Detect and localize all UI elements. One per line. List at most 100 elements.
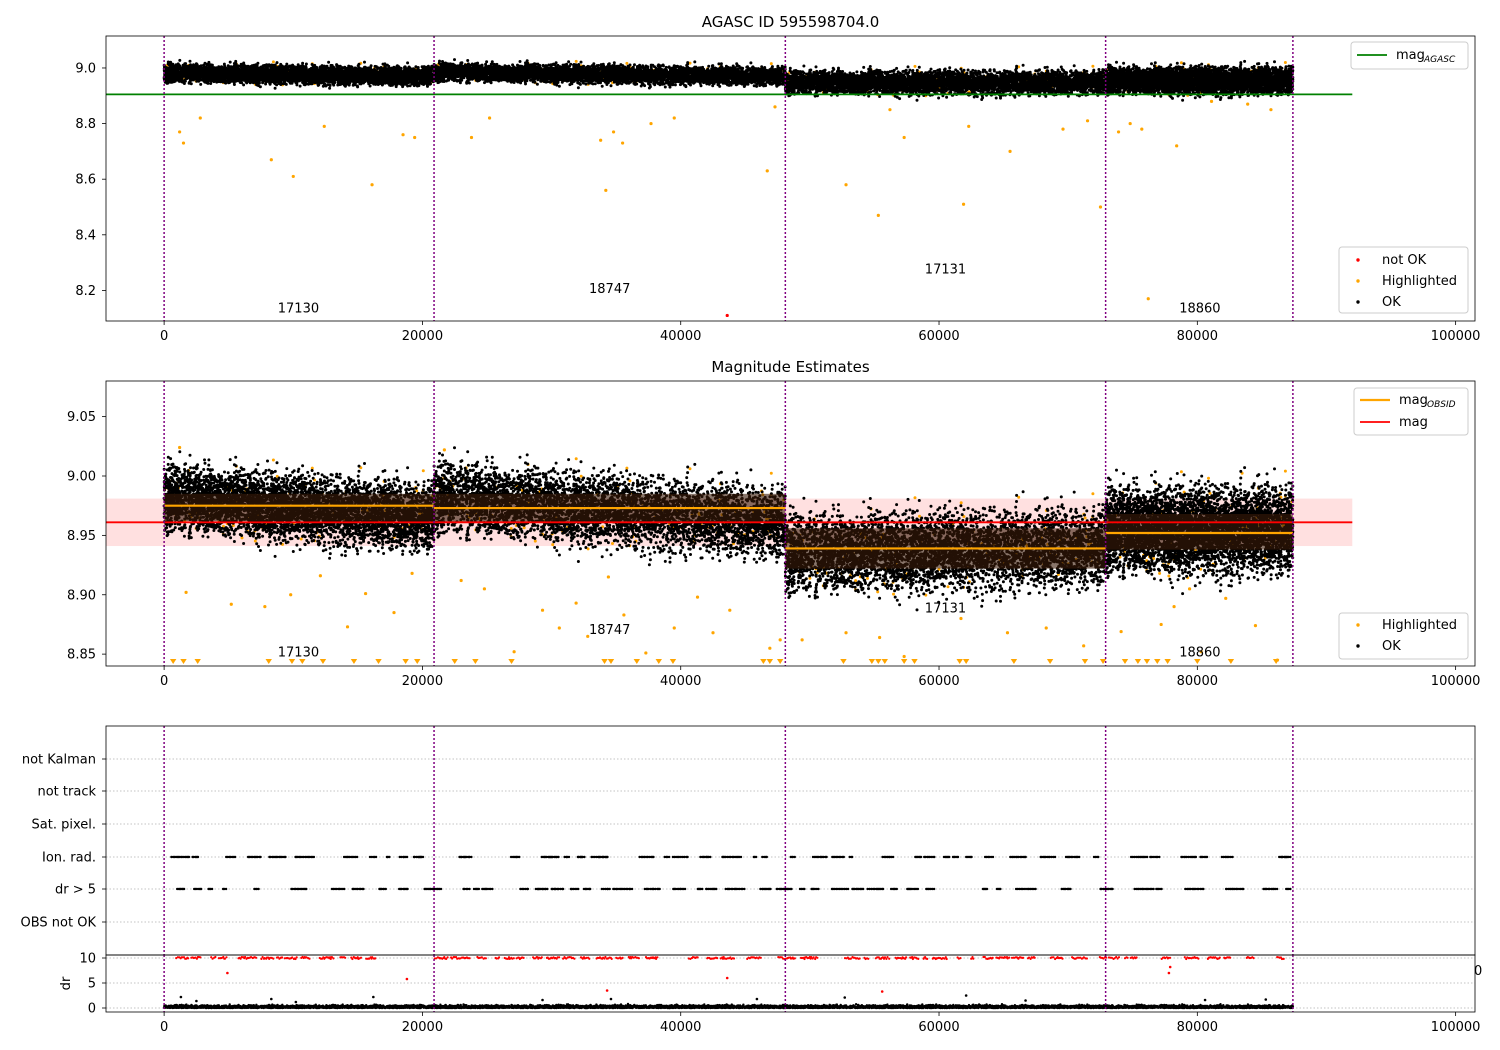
estimates-highlighted-outlier-point: [1119, 629, 1123, 634]
agasc-obsid-label: 18860: [1179, 302, 1220, 317]
estimates-x-tick-label: 100000: [1431, 674, 1481, 689]
agasc-highlighted-outlier-point: [876, 213, 880, 217]
agasc-highlighted-outlier-point: [1269, 108, 1273, 112]
estimates-highlighted-outlier-point: [318, 574, 322, 578]
agasc-legend-label-2: OK: [1382, 295, 1401, 310]
estimates-lower-limit-marker: [1227, 659, 1235, 664]
estimates-x-tick-label: 80000: [1177, 674, 1218, 689]
estimates-highlighted-outlier-point: [768, 646, 772, 650]
estimates-lower-limit-marker: [881, 659, 888, 664]
dr-black-point: [294, 1000, 298, 1004]
agasc-legend-label-1: Highlighted: [1382, 274, 1457, 289]
estimates-lower-limit-marker: [1164, 659, 1171, 664]
dr-y-tick-label: 0: [88, 1002, 96, 1017]
estimates-highlighted-outlier-point: [345, 625, 350, 629]
estimates-highlighted-outlier-point: [672, 626, 676, 630]
agasc-y-tick-label: 8.6: [75, 173, 96, 188]
estimates-highlighted-outlier-point: [184, 590, 188, 594]
estimates-lower-limit-marker: [180, 659, 187, 664]
dr-black-point: [541, 998, 544, 1002]
estimates-lower-limit-marker: [655, 659, 662, 664]
estimates-lower-limit-marker: [868, 659, 876, 664]
agasc-x-tick-label: 20000: [402, 329, 443, 344]
dr-black-point: [609, 997, 613, 1001]
estimates-lower-limit-marker: [1143, 659, 1151, 664]
estimates-lower-limit-marker: [840, 659, 847, 664]
estimates-y-tick-label: 9.00: [67, 470, 96, 485]
agasc-highlighted-outlier-point: [1175, 144, 1179, 148]
estimates-lower-limit-marker: [962, 659, 970, 664]
estimates-lower-limit-marker: [760, 659, 767, 664]
estimates-highlighted-outlier-point: [557, 626, 561, 630]
agasc-highlighted-outlier-point: [1146, 297, 1150, 301]
estimates-obsid-label: 17130: [278, 646, 319, 661]
agasc-legend-top: mag AGASC: [1350, 41, 1469, 70]
figure: AGASC ID 595598704.0 17130 18747 17131 18860…: [21, 13, 1483, 1035]
estimates-highlighted-outlier-point: [392, 610, 396, 615]
agasc-highlighted-outlier-point: [322, 124, 326, 128]
dr-x-tick-label: 0: [160, 1020, 168, 1035]
dr-black-point: [755, 997, 759, 1001]
dr-black-point: [372, 995, 375, 999]
estimates-highlighted-outlier-point: [512, 650, 516, 654]
agasc-not-ok-outlier-point: [725, 313, 729, 318]
agasc-highlighted-outlier-point: [844, 183, 848, 187]
flags-row-label: Sat. pixel.: [32, 818, 96, 833]
agasc-highlighted-outlier-point: [1061, 127, 1065, 131]
estimates-highlighted-outlier-point: [959, 616, 963, 621]
dr-black-point: [1264, 998, 1268, 1001]
dr-y-tick-label: 10: [79, 952, 96, 967]
dr-black-point: [964, 994, 968, 997]
agasc-highlighted-outlier-point: [765, 169, 769, 173]
agasc-highlighted-outlier-point: [291, 174, 295, 179]
estimates-lower-limit-marker: [194, 659, 201, 664]
estimates-obsid-label: 18860: [1179, 646, 1220, 661]
estimates-legend-label-0: Highlighted: [1382, 618, 1457, 633]
estimates-lower-limit-marker: [633, 659, 641, 664]
agasc-highlighted-outlier-point: [599, 138, 603, 142]
dr-clipped-points: [175, 955, 1285, 961]
dr-stray-tick-label: 0: [1474, 964, 1482, 979]
estimates-highlighted-outlier-point: [644, 651, 648, 655]
estimates-highlighted-outlier-point: [1172, 605, 1176, 609]
dr-x-tick-label: 60000: [918, 1020, 959, 1035]
estimates-lower-limit-marker: [911, 659, 918, 664]
estimates-lower-limit-marker: [601, 659, 608, 664]
estimates-highlighted-outlier-point: [442, 448, 446, 452]
estimates-highlighted-outlier-point: [1253, 624, 1258, 628]
estimates-lower-limit-marker: [169, 659, 177, 664]
estimates-highlighted-outlier-point: [459, 578, 463, 583]
estimates-highlighted-outlier-point: [289, 593, 293, 597]
dr-x-tick-label: 20000: [402, 1020, 443, 1035]
agasc-highlighted-outlier-point: [1140, 127, 1144, 131]
estimates-highlighted-outlier-point: [695, 595, 700, 599]
estimates-legend-marker-0: [1356, 623, 1360, 627]
estimates-y-tick-label: 8.95: [67, 529, 96, 544]
agasc-obsid-label: 17131: [925, 263, 966, 278]
estimates-x-tick-label: 0: [160, 674, 168, 689]
agasc-highlighted-outlier-point: [902, 135, 906, 140]
estimates-lower-limit-marker: [766, 659, 774, 664]
agasc-obsid-label: 17130: [278, 302, 319, 317]
estimates-x-tick-label: 20000: [402, 674, 443, 689]
estimates-lower-limit-marker: [776, 659, 784, 664]
estimates-lower-limit-marker: [319, 659, 327, 664]
estimates-highlighted-outlier-point: [902, 654, 906, 659]
estimates-highlighted-outlier-point: [229, 602, 233, 606]
agasc-x-tick-label: 0: [160, 329, 168, 344]
estimates-lower-limit-marker: [265, 659, 272, 664]
agasc-highlighted-outlier-point: [621, 141, 625, 145]
agasc-highlighted-outlier-point: [967, 124, 971, 128]
dr-red-point: [1168, 965, 1172, 969]
estimates-lower-limit-marker: [350, 659, 358, 664]
agasc-highlighted-outlier-point: [1098, 205, 1103, 209]
flags-row-label: Ion. rad.: [42, 851, 96, 866]
agasc-highlighted-outlier-point: [611, 130, 616, 134]
dr-axes-frame: [105, 954, 1476, 1013]
dr-x-tick-label: 100000: [1431, 1020, 1481, 1035]
agasc-highlighted-outlier-point: [181, 141, 186, 145]
flags-row-label: not track: [37, 785, 96, 800]
agasc-highlighted-outlier-point: [672, 116, 676, 120]
estimates-lower-limit-marker: [1134, 659, 1142, 664]
estimates-lower-limit-marker: [1272, 659, 1280, 664]
